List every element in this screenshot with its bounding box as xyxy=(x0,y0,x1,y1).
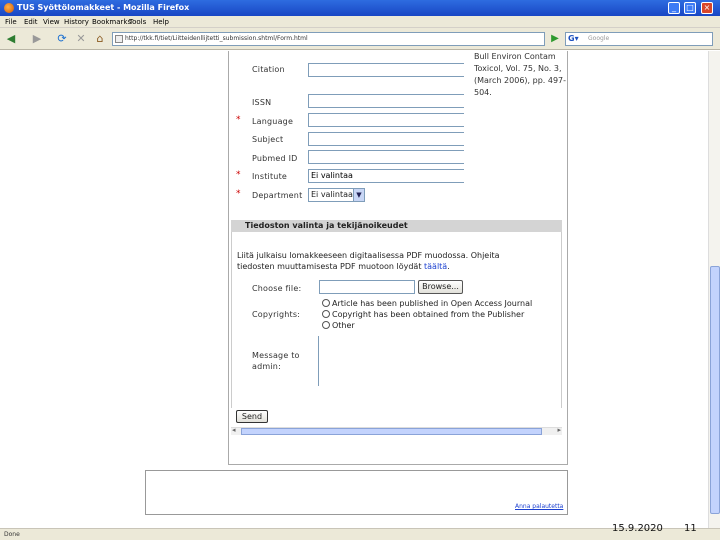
radio-button[interactable] xyxy=(322,299,330,307)
maximize-button[interactable]: □ xyxy=(684,2,696,14)
menu-file[interactable]: File xyxy=(5,16,17,28)
upload-instructions-end: . xyxy=(447,262,450,271)
chevron-down-icon[interactable]: ▼ xyxy=(353,189,364,201)
radio-other[interactable]: Other xyxy=(322,321,355,331)
choose-file-label: Choose file: xyxy=(252,284,302,293)
search-placeholder: Google xyxy=(588,35,610,42)
radio-button[interactable] xyxy=(322,310,330,318)
horizontal-scrollbar[interactable]: ◂ ▸ xyxy=(231,426,562,435)
required-mark: * xyxy=(236,189,241,199)
file-path-input[interactable] xyxy=(319,280,415,294)
slide-date: 15.9.2020 xyxy=(612,523,663,534)
menu-edit[interactable]: Edit xyxy=(24,16,38,28)
message-label-line2: admin: xyxy=(252,362,281,371)
instructions-link[interactable]: täältä xyxy=(424,262,447,271)
language-field[interactable] xyxy=(308,113,464,127)
menu-tools[interactable]: Tools xyxy=(129,16,146,28)
radio-button[interactable] xyxy=(322,321,330,329)
send-button[interactable]: Send xyxy=(236,410,268,423)
page-favicon-icon xyxy=(115,35,123,43)
firefox-icon xyxy=(4,3,14,13)
language-label: Language xyxy=(252,117,294,126)
radio-label: Copyright has been obtained from the Pub… xyxy=(332,310,525,319)
url-bar[interactable]: http://tkk.fi/tiet/Liitteidenllijtetti_s… xyxy=(112,32,545,46)
title-bar: TUS Syöttölomakkeet - Mozilla Firefox _ … xyxy=(0,0,720,16)
citation-note: Bull Environ Contam Toxicol, Vol. 75, No… xyxy=(474,52,567,97)
department-select[interactable]: Ei valintaa ▼ xyxy=(308,188,365,202)
radio-publisher[interactable]: Copyright has been obtained from the Pub… xyxy=(322,310,524,320)
stop-icon[interactable]: ✕ xyxy=(74,32,88,46)
menu-bookmarks[interactable]: Bookmarks xyxy=(92,16,131,28)
message-label-line1: Message to xyxy=(252,351,300,360)
radio-open-access[interactable]: Article has been published in Open Acces… xyxy=(322,299,532,309)
close-button[interactable]: × xyxy=(701,2,713,14)
copyrights-label: Copyrights: xyxy=(252,310,301,319)
radio-label: Other xyxy=(332,321,355,330)
department-value: Ei valintaa xyxy=(311,190,353,199)
search-input[interactable]: G▾ Google xyxy=(565,32,713,46)
subject-label: Subject xyxy=(252,135,284,144)
minimize-button[interactable]: _ xyxy=(668,2,680,14)
upload-instructions: Liitä julkaisu lomakkeeseen digitaalises… xyxy=(237,250,537,272)
forward-icon[interactable]: ▶ xyxy=(30,32,44,46)
file-section-header: Tiedoston valinta ja tekijänoikeudet xyxy=(231,220,562,232)
feedback-panel xyxy=(145,470,568,515)
scroll-left-icon[interactable]: ◂ xyxy=(232,426,236,434)
citation-field[interactable] xyxy=(308,63,464,77)
menu-help[interactable]: Help xyxy=(153,16,169,28)
feedback-link[interactable]: Anna palautetta xyxy=(515,503,563,510)
slide-number: 11 xyxy=(684,523,697,534)
search-engine-icon[interactable]: G▾ xyxy=(568,34,579,44)
radio-label: Article has been published in Open Acces… xyxy=(332,299,533,308)
go-icon[interactable]: ▶ xyxy=(548,32,562,46)
department-label: Department xyxy=(252,191,303,200)
institute-field[interactable]: Ei valintaa xyxy=(308,169,464,183)
home-icon[interactable]: ⌂ xyxy=(93,32,107,46)
back-icon[interactable]: ◀ xyxy=(4,32,18,46)
required-mark: * xyxy=(236,170,241,180)
institute-label: Institute xyxy=(252,172,288,181)
scrollbar-thumb[interactable] xyxy=(710,266,720,514)
window-title: TUS Syöttölomakkeet - Mozilla Firefox xyxy=(17,3,190,12)
required-mark: * xyxy=(236,115,241,125)
navigation-toolbar: ◀ ▶ ⟳ ✕ ⌂ http://tkk.fi/tiet/Liitteidenl… xyxy=(0,28,720,50)
scroll-right-icon[interactable]: ▸ xyxy=(557,426,561,434)
pubmed-id-field[interactable] xyxy=(308,150,464,164)
url-text: http://tkk.fi/tiet/Liitteidenllijtetti_s… xyxy=(125,35,308,42)
message-textarea[interactable] xyxy=(318,336,438,386)
citation-label: Citation xyxy=(252,65,285,74)
menu-bar: File Edit View History Bookmarks Tools H… xyxy=(0,16,720,28)
subject-field[interactable] xyxy=(308,132,464,146)
upload-instructions-text: Liitä julkaisu lomakkeeseen digitaalises… xyxy=(237,251,500,271)
menu-view[interactable]: View xyxy=(43,16,60,28)
issn-label: ISSN xyxy=(252,98,272,107)
status-text: Done xyxy=(4,531,20,538)
browse-button[interactable]: Browse... xyxy=(418,280,463,294)
pubmed-id-label: Pubmed ID xyxy=(252,154,298,163)
vertical-scrollbar[interactable] xyxy=(708,51,720,528)
issn-field[interactable] xyxy=(308,94,464,108)
reload-icon[interactable]: ⟳ xyxy=(55,32,69,46)
menu-history[interactable]: History xyxy=(64,16,89,28)
page-content: Citation Bull Environ Contam Toxicol, Vo… xyxy=(0,51,708,528)
scrollbar-thumb[interactable] xyxy=(241,428,542,435)
